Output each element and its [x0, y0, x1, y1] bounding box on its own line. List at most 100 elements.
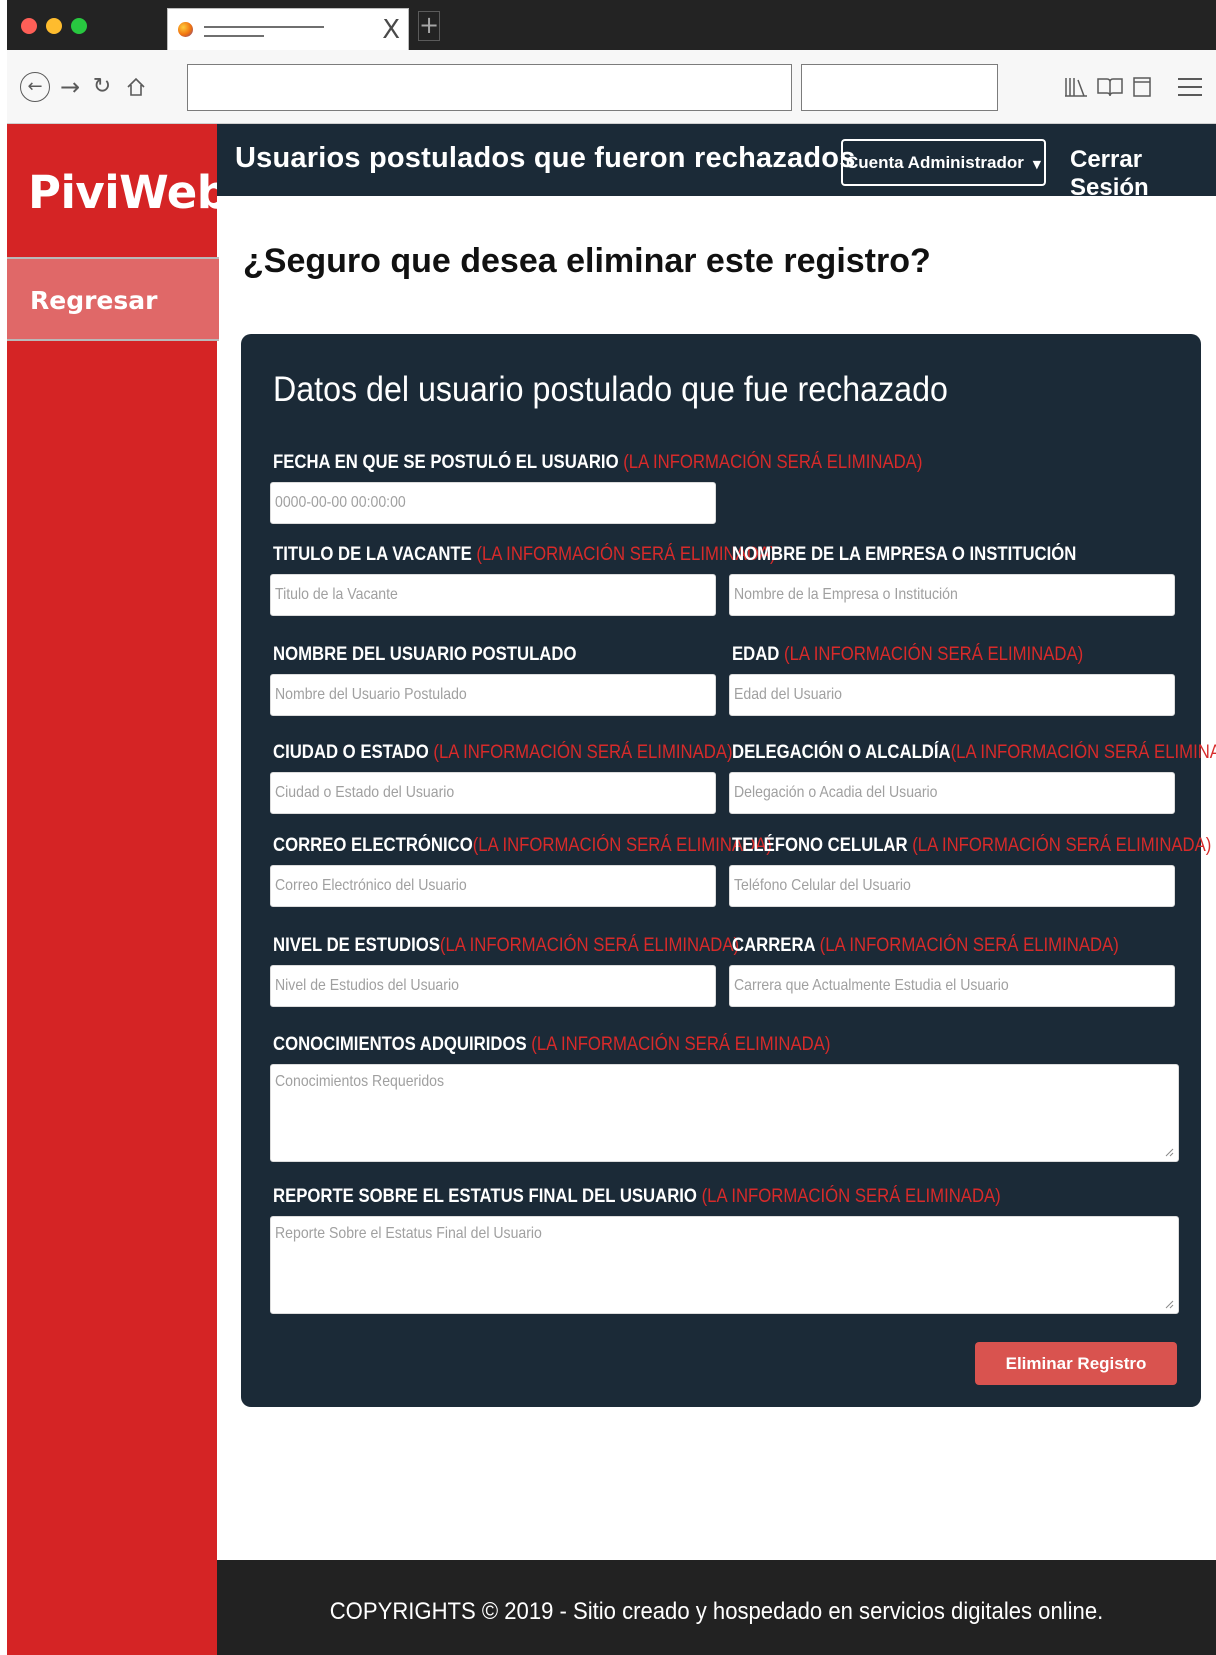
nombre-label: NOMBRE DEL USUARIO POSTULADO — [273, 644, 576, 666]
empresa-label-text: NOMBRE DE LA EMPRESA O INSTITUCIÓN — [732, 544, 1077, 565]
top-navbar: Usuarios postulados que fueron rechazado… — [217, 124, 1216, 201]
telefono-label-text: TELÉFONO CELULAR — [732, 835, 908, 856]
confirm-question: ¿Seguro que desea eliminar este registro… — [243, 242, 931, 280]
account-button-label: Cuenta Administrador — [845, 153, 1024, 172]
delegacion-label-text: DELEGACIÓN O ALCALDÍA — [732, 742, 951, 763]
carrera-label: CARRERA (LA INFORMACIÓN SERÁ ELIMINADA) — [732, 935, 1119, 957]
copyright-text: COPYRIGHTS © 2019 - Sitio creado y hospe… — [329, 1598, 1104, 1625]
menu-icon[interactable] — [1175, 70, 1205, 104]
delegacion-label: DELEGACIÓN O ALCALDÍA(LA INFORMACIÓN SER… — [732, 742, 1216, 764]
titulo-label: TITULO DE LA VACANTE (LA INFORMACIÓN SER… — [273, 544, 776, 566]
page-title: Usuarios postulados que fueron rechazado… — [235, 142, 856, 174]
back-icon[interactable]: ← — [20, 72, 50, 102]
warning-text: (LA INFORMACIÓN SERÁ ELIMINADA) — [912, 835, 1212, 856]
home-icon[interactable] — [121, 70, 151, 104]
warning-text: (LA INFORMACIÓN SERÁ ELIMINADA) — [531, 1034, 831, 1055]
nivel-placeholder: Nivel de Estudios del Usuario — [275, 977, 459, 994]
caret-down-icon: ▼ — [1032, 158, 1042, 171]
correo-label-text: CORREO ELECTRÓNICO — [273, 835, 473, 856]
telefono-placeholder: Teléfono Celular del Usuario — [734, 877, 911, 894]
reporte-textarea[interactable]: Reporte Sobre el Estatus Final del Usuar… — [270, 1216, 1179, 1314]
ciudad-placeholder: Ciudad o Estado del Usuario — [275, 784, 455, 801]
firefox-icon — [178, 22, 193, 37]
ciudad-label: CIUDAD O ESTADO (LA INFORMACIÓN SERÁ ELI… — [273, 742, 733, 764]
maximize-window-button[interactable] — [71, 18, 87, 34]
resize-grip-icon[interactable] — [1164, 1299, 1174, 1309]
correo-label: CORREO ELECTRÓNICO(LA INFORMACIÓN SERÁ E… — [273, 835, 772, 857]
empresa-field[interactable]: Nombre de la Empresa o Institución — [729, 574, 1175, 616]
conocimientos-placeholder: Conocimientos Requeridos — [275, 1073, 445, 1090]
titulo-label-text: TITULO DE LA VACANTE — [273, 544, 472, 565]
nivel-field[interactable]: Nivel de Estudios del Usuario — [270, 965, 716, 1007]
tab-title-placeholder — [204, 26, 324, 28]
warning-text: (LA INFORMACIÓN SERÁ ELIMINADA) — [439, 935, 740, 956]
sidebar: PiviWeb Regresar — [7, 124, 229, 1655]
delete-record-button[interactable]: Eliminar Registro — [975, 1342, 1177, 1385]
forward-icon[interactable]: → — [55, 70, 85, 104]
nombre-field[interactable]: Nombre del Usuario Postulado — [270, 674, 716, 716]
telefono-label: TELÉFONO CELULAR (LA INFORMACIÓN SERÁ EL… — [732, 835, 1211, 857]
conocimientos-textarea[interactable]: Conocimientos Requeridos — [270, 1064, 1179, 1162]
sidebar-item-label: Regresar — [30, 286, 158, 315]
reader-view-icon[interactable] — [1095, 70, 1125, 104]
address-bar[interactable] — [187, 64, 792, 111]
warning-text: (LA INFORMACIÓN SERÁ ELIMINADA) — [433, 742, 733, 763]
logout-link[interactable]: Cerrar Sesión — [1070, 146, 1216, 202]
delegacion-placeholder: Delegación o Acadia del Usuario — [734, 784, 938, 801]
reporte-label: REPORTE SOBRE EL ESTATUS FINAL DEL USUAR… — [273, 1186, 1001, 1208]
empresa-placeholder: Nombre de la Empresa o Institución — [734, 586, 958, 603]
conocimientos-label-text: CONOCIMIENTOS ADQUIRIDOS — [273, 1034, 527, 1055]
reload-icon[interactable]: ↻ — [87, 70, 117, 104]
warning-text: (LA INFORMACIÓN SERÁ ELIMINADA) — [701, 1186, 1001, 1207]
titulo-placeholder: Titulo de la Vacante — [275, 586, 398, 603]
nivel-label: NIVEL DE ESTUDIOS(LA INFORMACIÓN SERÁ EL… — [273, 935, 739, 957]
titulo-field[interactable]: Titulo de la Vacante — [270, 574, 716, 616]
warning-text: (LA INFORMACIÓN SERÁ ELIMINADA) — [950, 742, 1216, 763]
carrera-field[interactable]: Carrera que Actualmente Estudia el Usuar… — [729, 965, 1175, 1007]
ciudad-label-text: CIUDAD O ESTADO — [273, 742, 429, 763]
carrera-label-text: CARRERA — [732, 935, 815, 956]
close-tab-icon[interactable]: X — [382, 15, 400, 45]
fecha-label-text: FECHA EN QUE SE POSTULÓ EL USUARIO — [273, 452, 619, 473]
search-bar[interactable] — [801, 64, 998, 111]
minimize-window-button[interactable] — [46, 18, 62, 34]
edad-label-text: EDAD — [732, 644, 780, 665]
user-data-card: Datos del usuario postulado que fue rech… — [241, 334, 1216, 1407]
sidebar-toggle-icon[interactable] — [1129, 70, 1155, 104]
telefono-field[interactable]: Teléfono Celular del Usuario — [729, 865, 1175, 907]
sidebar-item-regresar[interactable]: Regresar — [7, 257, 219, 341]
browser-titlebar: X + — [7, 0, 1216, 50]
warning-text: (LA INFORMACIÓN SERÁ ELIMINADA) — [623, 452, 923, 473]
delegacion-field[interactable]: Delegación o Acadia del Usuario — [729, 772, 1175, 814]
carrera-placeholder: Carrera que Actualmente Estudia el Usuar… — [734, 977, 1009, 994]
warning-text: (LA INFORMACIÓN SERÁ ELIMINADA) — [784, 644, 1084, 665]
correo-placeholder: Correo Electrónico del Usuario — [275, 877, 467, 894]
warning-text: (LA INFORMACIÓN SERÁ ELIMINADA) — [476, 544, 776, 565]
warning-text: (LA INFORMACIÓN SERÁ ELIMINADA) — [819, 935, 1119, 956]
fecha-field[interactable]: 0000-00-00 00:00:00 — [270, 482, 716, 524]
site-logo[interactable]: PiviWeb — [28, 166, 229, 219]
edad-label: EDAD (LA INFORMACIÓN SERÁ ELIMINADA) — [732, 644, 1083, 666]
fecha-value: 0000-00-00 00:00:00 — [275, 494, 406, 511]
reporte-label-text: REPORTE SOBRE EL ESTATUS FINAL DEL USUAR… — [273, 1186, 697, 1207]
account-dropdown-button[interactable]: Cuenta Administrador ▼ — [841, 139, 1046, 186]
new-tab-button[interactable]: + — [418, 11, 440, 41]
tab-title-placeholder — [204, 35, 264, 37]
browser-toolbar: ← → ↻ — [7, 50, 1216, 124]
close-window-button[interactable] — [21, 18, 37, 34]
empresa-label: NOMBRE DE LA EMPRESA O INSTITUCIÓN — [732, 544, 1076, 566]
fecha-label: FECHA EN QUE SE POSTULÓ EL USUARIO (LA I… — [273, 452, 922, 474]
ciudad-field[interactable]: Ciudad o Estado del Usuario — [270, 772, 716, 814]
edad-placeholder: Edad del Usuario — [734, 686, 843, 703]
resize-grip-icon[interactable] — [1164, 1147, 1174, 1157]
nombre-label-text: NOMBRE DEL USUARIO POSTULADO — [273, 644, 577, 665]
browser-tab[interactable]: X — [167, 8, 409, 50]
nombre-placeholder: Nombre del Usuario Postulado — [275, 686, 467, 703]
conocimientos-label: CONOCIMIENTOS ADQUIRIDOS (LA INFORMACIÓN… — [273, 1034, 830, 1056]
edad-field[interactable]: Edad del Usuario — [729, 674, 1175, 716]
footer: COPYRIGHTS © 2019 - Sitio creado y hospe… — [217, 1560, 1216, 1655]
library-icon[interactable] — [1061, 70, 1091, 104]
correo-field[interactable]: Correo Electrónico del Usuario — [270, 865, 716, 907]
warning-text: (LA INFORMACIÓN SERÁ ELIMINADA) — [472, 835, 772, 856]
nivel-label-text: NIVEL DE ESTUDIOS — [273, 935, 440, 956]
